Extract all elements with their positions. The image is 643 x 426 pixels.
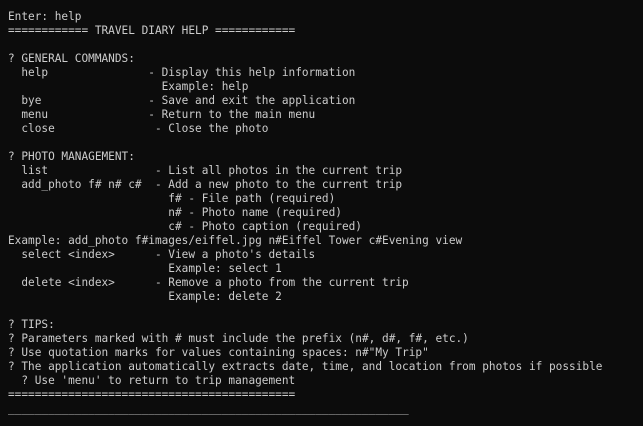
param-photo-caption: c# - Photo caption (required) [8, 220, 362, 233]
tip-menu: ? Use 'menu' to return to trip managemen… [8, 374, 296, 387]
command-delete-example: Example: delete 2 [8, 290, 282, 303]
command-help: help - Display this help information [8, 66, 356, 79]
help-header: ============ TRAVEL DIARY HELP =========… [8, 24, 296, 37]
param-photo-name: n# - Photo name (required) [8, 206, 342, 219]
section-heading-photo: ? PHOTO MANAGEMENT: [8, 150, 135, 163]
add-photo-example: Example: add_photo f#images/eiffel.jpg n… [8, 234, 463, 247]
section-heading-tips: ? TIPS: [8, 318, 55, 331]
help-footer-divider: ========================================… [8, 388, 296, 401]
command-add-photo: add_photo f# n# c# - Add a new photo to … [8, 178, 403, 191]
param-file-path: f# - File path (required) [8, 192, 336, 205]
section-heading-general: ? GENERAL COMMANDS: [8, 52, 135, 65]
command-menu: menu - Return to the main menu [8, 108, 316, 121]
command-help-example: Example: help [8, 80, 249, 93]
command-bye: bye - Save and exit the application [8, 94, 356, 107]
command-delete: delete <index> - Remove a photo from the… [8, 276, 409, 289]
tip-prefix: ? Parameters marked with # must include … [8, 332, 469, 345]
terminal-prompt-line: Enter: help [8, 10, 82, 23]
command-select-example: Example: select 1 [8, 262, 282, 275]
command-close: close - Close the photo [8, 122, 269, 135]
tip-auto-extract: ? The application automatically extracts… [8, 360, 603, 373]
command-list: list - List all photos in the current tr… [8, 164, 403, 177]
tip-quotation: ? Use quotation marks for values contain… [8, 346, 429, 359]
terminal-window[interactable]: Enter: help ============ TRAVEL DIARY HE… [0, 0, 643, 426]
command-select: select <index> - View a photo's details [8, 248, 316, 261]
output-separator: ________________________________________… [8, 402, 409, 415]
